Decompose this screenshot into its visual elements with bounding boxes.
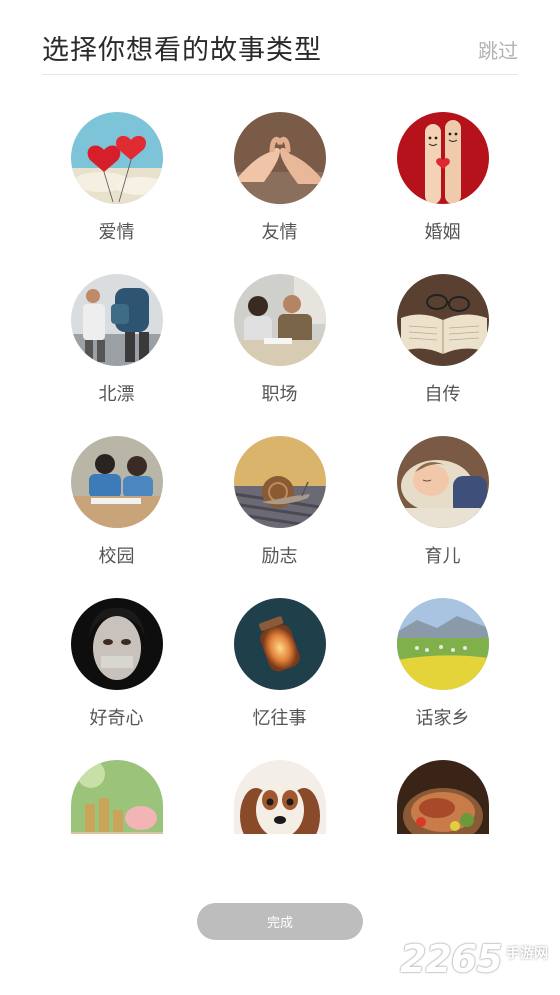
sleeping-child-icon — [396, 436, 489, 528]
category-label: 好奇心 — [89, 708, 144, 729]
snail-icon — [233, 436, 326, 528]
category-label: 北漂 — [98, 384, 135, 405]
students-classroom-icon — [70, 436, 163, 528]
category-hometown[interactable]: 话家乡 — [361, 598, 524, 760]
category-select-screen: 选择你想看的故事类型 跳过 爱情 友情 婚姻 北漂 职场 自传 校园 励志 育儿… — [0, 0, 560, 995]
category-campus[interactable]: 校园 — [35, 436, 198, 598]
category-food[interactable] — [361, 760, 524, 922]
watermark-text: 手游网 — [506, 946, 548, 962]
open-book-glasses-icon — [396, 274, 489, 366]
finger-couple-icon — [396, 112, 489, 204]
header: 选择你想看的故事类型 跳过 — [42, 26, 518, 75]
category-workplace[interactable]: 职场 — [198, 274, 361, 436]
category-finance[interactable] — [35, 760, 198, 922]
puppy-icon — [233, 760, 326, 834]
category-grid: 爱情 友情 婚姻 北漂 职场 自传 校园 励志 育儿 好奇心 忆往事 话家乡 — [35, 112, 525, 922]
travelers-backpack-icon — [70, 274, 163, 366]
countryside-field-icon — [396, 598, 489, 690]
coins-piggy-bank-icon — [70, 760, 163, 834]
done-button[interactable]: 完成 — [197, 903, 363, 940]
category-label: 励志 — [261, 546, 298, 567]
category-parenting[interactable]: 育儿 — [361, 436, 524, 598]
heart-balloons-icon — [70, 112, 163, 204]
skip-button[interactable]: 跳过 — [478, 35, 518, 64]
category-label: 友情 — [261, 222, 298, 243]
category-pets[interactable] — [198, 760, 361, 922]
category-label: 育儿 — [424, 546, 461, 567]
category-marriage[interactable]: 婚姻 — [361, 112, 524, 274]
category-memories[interactable]: 忆往事 — [198, 598, 361, 760]
category-label: 话家乡 — [415, 708, 470, 729]
category-curiosity[interactable]: 好奇心 — [35, 598, 198, 760]
taped-mouth-girl-icon — [70, 598, 163, 690]
category-label: 忆往事 — [252, 708, 307, 729]
watermark-logo: 2265 手游网 — [400, 937, 550, 983]
food-platter-icon — [396, 760, 489, 834]
category-label: 校园 — [98, 546, 135, 567]
category-autobiography[interactable]: 自传 — [361, 274, 524, 436]
category-inspiration[interactable]: 励志 — [198, 436, 361, 598]
pinky-promise-icon — [233, 112, 326, 204]
page-title: 选择你想看的故事类型 — [42, 35, 322, 66]
office-meeting-icon — [233, 274, 326, 366]
category-label: 自传 — [424, 384, 461, 405]
category-beipiao[interactable]: 北漂 — [35, 274, 198, 436]
category-friendship[interactable]: 友情 — [198, 112, 361, 274]
category-label: 爱情 — [98, 222, 135, 243]
watermark-number: 2265 — [400, 937, 503, 981]
glowing-jar-icon — [233, 598, 326, 690]
category-love[interactable]: 爱情 — [35, 112, 198, 274]
category-label: 职场 — [261, 384, 298, 405]
category-label: 婚姻 — [424, 222, 461, 243]
